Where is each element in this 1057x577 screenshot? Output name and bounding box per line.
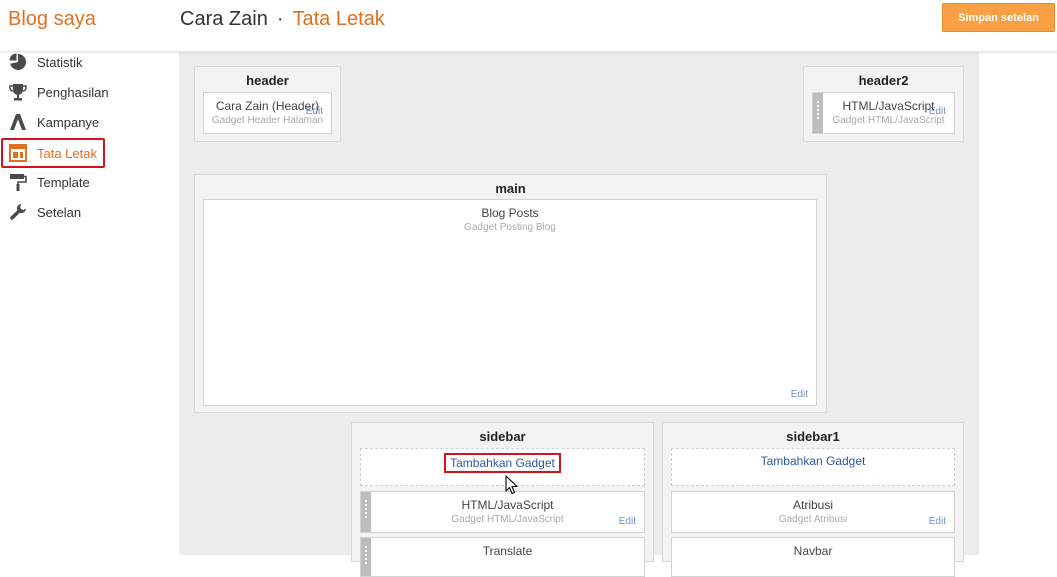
nav-item-label: Statistik [37, 54, 83, 70]
nav-item-setelan[interactable]: Setelan [8, 200, 81, 224]
section-sidebar: sidebar Tambahkan Gadget HTML/JavaScript… [351, 422, 654, 577]
section-title: header [246, 73, 289, 88]
section-title: header2 [858, 73, 909, 88]
gadget-header[interactable]: Cara Zain (Header) Gadget Header Halaman… [203, 92, 332, 134]
nav-item-statistik[interactable]: Statistik [8, 50, 83, 74]
gadget-blog-posts[interactable]: Blog Posts Gadget Posting Blog Edit [203, 199, 817, 406]
nav-item-label: Kampanye [37, 114, 100, 130]
section-header2: header2 HTML/JavaScript Gadget HTML/Java… [803, 66, 964, 142]
section-main: main Blog Posts Gadget Posting Blog Edit [194, 174, 827, 413]
wrench-icon [8, 202, 28, 222]
section-header: header Cara Zain (Header) Gadget Header … [194, 66, 341, 142]
blog-brand-link[interactable]: Blog saya [8, 8, 96, 31]
gadget-title: Atribusi [792, 498, 833, 512]
breadcrumb: Cara Zain · Tata Letak [180, 8, 385, 31]
nav-item-template[interactable]: Template [8, 170, 90, 194]
gadget-atribusi[interactable]: Atribusi Gadget Atribusi Edit [671, 491, 955, 533]
nav-item-penghasilan[interactable]: Penghasilan [8, 80, 109, 104]
edit-link[interactable]: Edit [619, 516, 636, 527]
section-title: main [495, 181, 526, 196]
edit-link[interactable]: Edit [929, 516, 946, 527]
gadget-html-javascript[interactable]: HTML/JavaScript Gadget HTML/JavaScript E… [360, 491, 645, 533]
nav-item-kampanye[interactable]: Kampanye [8, 110, 99, 134]
paint-roller-icon [8, 172, 28, 192]
gadget-navbar[interactable]: Navbar [671, 537, 955, 577]
gadget-title: Navbar [793, 544, 833, 558]
gadget-subtitle: Gadget Posting Blog [464, 222, 556, 233]
trophy-icon [8, 82, 28, 102]
gadget-subtitle: Gadget Atribusi [778, 514, 848, 525]
gadget-translate[interactable]: Translate [360, 537, 645, 577]
edit-link[interactable]: Edit [929, 106, 946, 117]
adwords-icon [8, 112, 28, 132]
gadget-title: Translate [482, 544, 533, 558]
mouse-cursor-icon [505, 475, 518, 495]
drag-handle[interactable] [361, 538, 371, 576]
add-gadget-area: Tambahkan Gadget [360, 448, 645, 486]
add-gadget-area: Tambahkan Gadget [671, 448, 955, 486]
edit-link[interactable]: Edit [791, 389, 808, 400]
gadget-html-javascript[interactable]: HTML/JavaScript Gadget HTML/JavaScript E… [812, 92, 955, 134]
gadget-subtitle: Gadget HTML/JavaScript [451, 514, 564, 525]
top-bar: Blog saya Cara Zain · Tata Letak Simpan se… [0, 0, 1057, 52]
add-gadget-link[interactable]: Tambahkan Gadget [757, 453, 870, 469]
blog-name[interactable]: Cara Zain [180, 8, 268, 30]
drag-handle[interactable] [813, 93, 823, 133]
pie-chart-icon [8, 52, 28, 72]
add-gadget-link[interactable]: Tambahkan Gadget [444, 453, 561, 473]
nav-item-label: Setelan [37, 204, 82, 220]
section-title: sidebar [479, 429, 526, 444]
edit-link[interactable]: Edit [306, 106, 323, 117]
gadget-title: HTML/JavaScript [461, 498, 554, 512]
breadcrumb-separator: · [276, 8, 284, 30]
save-arrangement-button[interactable]: Simpan setelan [942, 3, 1055, 32]
nav-item-label: Penghasilan [37, 84, 109, 100]
nav-item-label: Tata Letak [37, 145, 97, 161]
nav-item-tata-letak[interactable]: Tata Letak [8, 141, 97, 165]
section-sidebar1: sidebar1 Tambahkan Gadget Atribusi Gadge… [662, 422, 964, 577]
drag-handle[interactable] [361, 492, 371, 532]
page-title: Tata Letak [292, 8, 385, 30]
layout-icon [8, 143, 28, 163]
nav-item-label: Template [37, 174, 90, 190]
layout-canvas: header Cara Zain (Header) Gadget Header … [179, 52, 979, 577]
section-title: sidebar1 [786, 429, 840, 444]
gadget-title: Blog Posts [481, 206, 539, 220]
